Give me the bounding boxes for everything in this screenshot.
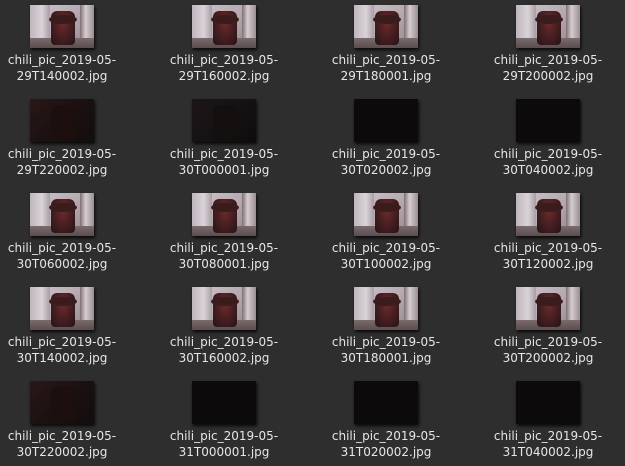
file-item[interactable]: chili_pic_2019-05- 29T160002.jpg — [162, 0, 286, 90]
image-thumbnail — [192, 381, 256, 424]
file-name: chili_pic_2019-05- 30T200002.jpg — [493, 335, 603, 365]
file-name: chili_pic_2019-05- 29T140002.jpg — [7, 53, 117, 83]
image-thumbnail — [516, 381, 580, 424]
file-name: chili_pic_2019-05- 29T160002.jpg — [169, 53, 279, 83]
file-item[interactable]: chili_pic_2019-05- 30T220002.jpg — [0, 376, 124, 466]
file-item[interactable]: chili_pic_2019-05- 30T180001.jpg — [324, 282, 448, 372]
image-thumbnail — [354, 5, 418, 48]
image-thumbnail — [354, 381, 418, 424]
file-item[interactable]: chili_pic_2019-05- 29T200002.jpg — [486, 0, 610, 90]
image-thumbnail — [354, 287, 418, 330]
file-name: chili_pic_2019-05- 30T220002.jpg — [7, 429, 117, 459]
file-name: chili_pic_2019-05- 31T000001.jpg — [169, 429, 279, 459]
file-name: chili_pic_2019-05- 29T180001.jpg — [331, 53, 441, 83]
file-item[interactable]: chili_pic_2019-05- 29T140002.jpg — [0, 0, 124, 90]
file-name: chili_pic_2019-05- 30T060002.jpg — [7, 241, 117, 271]
file-name: chili_pic_2019-05- 30T040002.jpg — [493, 147, 603, 177]
image-thumbnail — [354, 193, 418, 236]
file-item[interactable]: chili_pic_2019-05- 30T000001.jpg — [162, 94, 286, 184]
file-name: chili_pic_2019-05- 30T080001.jpg — [169, 241, 279, 271]
file-item[interactable]: chili_pic_2019-05- 30T020002.jpg — [324, 94, 448, 184]
image-thumbnail — [192, 5, 256, 48]
file-item[interactable]: chili_pic_2019-05- 29T220002.jpg — [0, 94, 124, 184]
file-name: chili_pic_2019-05- 29T200002.jpg — [493, 53, 603, 83]
file-name: chili_pic_2019-05- 29T220002.jpg — [7, 147, 117, 177]
image-thumbnail — [516, 99, 580, 142]
file-item[interactable]: chili_pic_2019-05- 30T160002.jpg — [162, 282, 286, 372]
file-item[interactable]: chili_pic_2019-05- 29T180001.jpg — [324, 0, 448, 90]
file-name: chili_pic_2019-05- 30T000001.jpg — [169, 147, 279, 177]
file-item[interactable]: chili_pic_2019-05- 30T040002.jpg — [486, 94, 610, 184]
file-item[interactable]: chili_pic_2019-05- 30T060002.jpg — [0, 188, 124, 278]
file-name: chili_pic_2019-05- 30T020002.jpg — [331, 147, 441, 177]
image-thumbnail — [192, 193, 256, 236]
image-thumbnail — [30, 99, 94, 142]
file-icon-grid: chili_pic_2019-05- 29T140002.jpg chili_pi… — [0, 0, 625, 464]
image-thumbnail — [192, 99, 256, 142]
image-thumbnail — [30, 381, 94, 424]
file-item[interactable]: chili_pic_2019-05- 31T000001.jpg — [162, 376, 286, 466]
image-thumbnail — [192, 287, 256, 330]
file-item[interactable]: chili_pic_2019-05- 31T020002.jpg — [324, 376, 448, 466]
file-item[interactable]: chili_pic_2019-05- 30T140002.jpg — [0, 282, 124, 372]
file-name: chili_pic_2019-05- 30T120002.jpg — [493, 241, 603, 271]
file-item[interactable]: chili_pic_2019-05- 30T120002.jpg — [486, 188, 610, 278]
image-thumbnail — [516, 5, 580, 48]
file-item[interactable]: chili_pic_2019-05- 30T100002.jpg — [324, 188, 448, 278]
image-thumbnail — [516, 287, 580, 330]
file-name: chili_pic_2019-05- 30T160002.jpg — [169, 335, 279, 365]
file-item[interactable]: chili_pic_2019-05- 30T080001.jpg — [162, 188, 286, 278]
file-name: chili_pic_2019-05- 30T100002.jpg — [331, 241, 441, 271]
file-name: chili_pic_2019-05- 31T020002.jpg — [331, 429, 441, 459]
file-name: chili_pic_2019-05- 31T040002.jpg — [493, 429, 603, 459]
image-thumbnail — [30, 5, 94, 48]
image-thumbnail — [30, 287, 94, 330]
file-item[interactable]: chili_pic_2019-05- 30T200002.jpg — [486, 282, 610, 372]
file-name: chili_pic_2019-05- 30T180001.jpg — [331, 335, 441, 365]
image-thumbnail — [354, 99, 418, 142]
file-name: chili_pic_2019-05- 30T140002.jpg — [7, 335, 117, 365]
image-thumbnail — [30, 193, 94, 236]
image-thumbnail — [516, 193, 580, 236]
file-item[interactable]: chili_pic_2019-05- 31T040002.jpg — [486, 376, 610, 466]
